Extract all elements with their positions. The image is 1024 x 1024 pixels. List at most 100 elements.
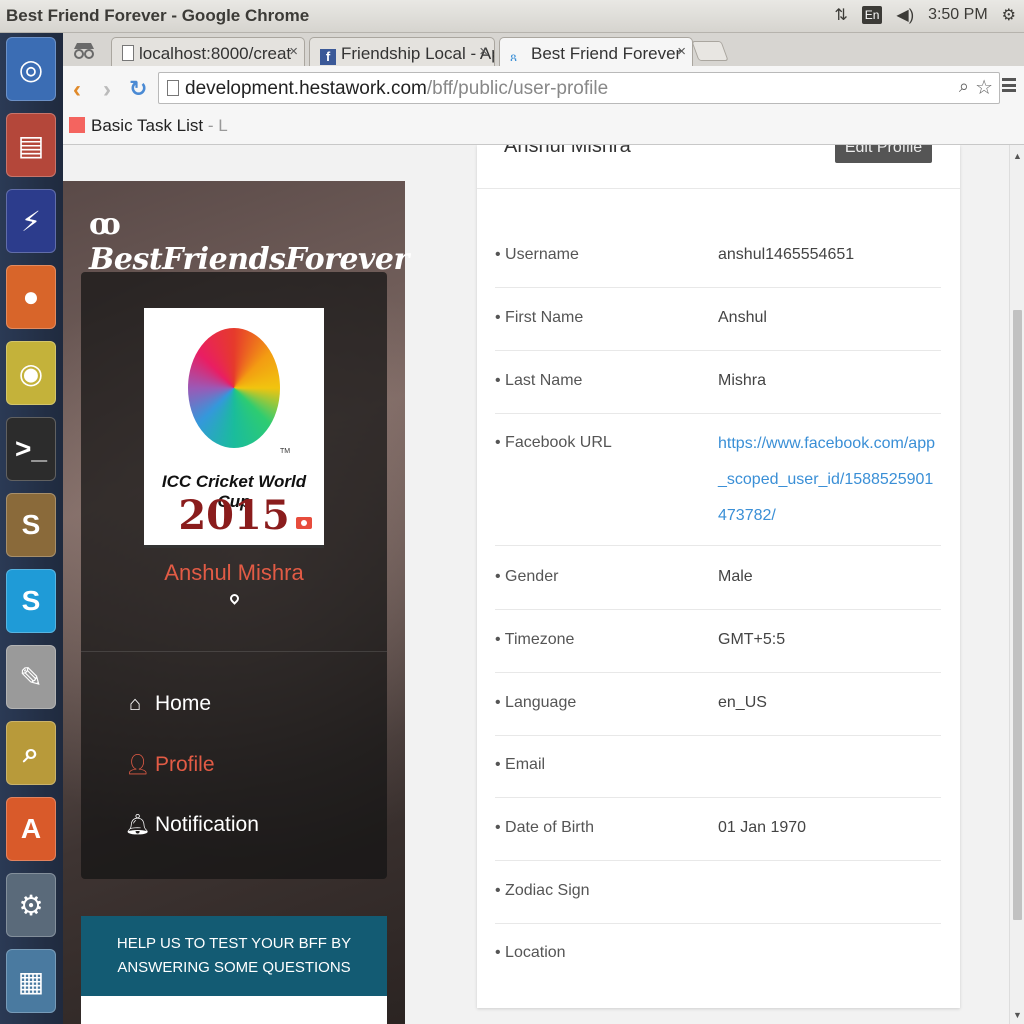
software-center-icon[interactable]: A: [6, 797, 56, 861]
address-host: development.hestawork.com: [185, 78, 427, 99]
settings-gear-icon[interactable]: ⚙: [1002, 5, 1016, 25]
forward-arrow-icon[interactable]: ›: [103, 76, 111, 104]
field-label: • Date of Birth: [495, 819, 594, 836]
firefox-icon[interactable]: ●: [6, 265, 56, 329]
facebook-url-link[interactable]: https://www.facebook.com/app_scoped_user…: [718, 426, 942, 534]
settings-icon[interactable]: ⚙: [6, 873, 56, 937]
field-label: • Last Name: [495, 372, 583, 389]
field-label: • Email: [495, 756, 546, 773]
nav-home[interactable]: ⌂ Home: [125, 692, 211, 716]
field-label: • First Name: [495, 309, 584, 326]
bookmark-basic-task-list[interactable]: Basic Task List - L: [69, 116, 228, 136]
field-zodiac-sign: • Zodiac Sign: [495, 882, 941, 924]
field-label: • Timezone: [495, 631, 575, 648]
bookmarks-bar: Basic Task List - L: [63, 110, 1024, 145]
field-username: • Username anshul1465554651: [495, 246, 941, 288]
profile-card: TM ICC Cricket World Cup 2015 Anshul Mis…: [81, 272, 387, 879]
page-info-icon[interactable]: [167, 80, 179, 96]
profile-details-panel: Anshul Mishra Edit Profile • Username an…: [477, 145, 960, 1008]
profile-header: Anshul Mishra Edit Profile: [477, 145, 960, 189]
field-gender: • Gender Male: [495, 568, 941, 610]
unity-launcher: ◎ ▤ ⚡ ● ◉ >_ S S ✎ ⌕ A ⚙ ▦: [0, 33, 63, 1024]
chrome-menu-icon[interactable]: [1002, 78, 1016, 92]
scroll-down-arrow-icon[interactable]: ▼: [1013, 1010, 1022, 1020]
quiz-heading: HELP US TO TEST YOUR BFF BY ANSWERING SO…: [81, 916, 387, 996]
field-last-name: • Last Name Mishra: [495, 372, 941, 414]
terminal-icon[interactable]: >_: [6, 417, 56, 481]
laravel-icon: [69, 117, 85, 133]
field-label: • Gender: [495, 568, 559, 585]
scroll-up-arrow-icon[interactable]: ▲: [1013, 151, 1022, 161]
tab-best-friend-forever[interactable]: ጸ Best Friend Forever ×: [499, 37, 693, 66]
page-scrollbar[interactable]: ▲ ▼: [1009, 145, 1024, 1024]
avatar-year: 2015: [178, 492, 290, 539]
close-icon[interactable]: ×: [677, 43, 686, 60]
close-icon[interactable]: ×: [479, 43, 488, 60]
field-label: • Zodiac Sign: [495, 882, 590, 899]
chrome-icon[interactable]: ◉: [6, 341, 56, 405]
facebook-icon: f: [320, 49, 336, 65]
sublime-text-icon[interactable]: S: [6, 493, 56, 557]
user-icon: 👤︎: [125, 754, 151, 776]
field-label: • Location: [495, 944, 566, 961]
tab-label: Friendship Local - Ap: [341, 44, 495, 63]
nav-label: Home: [155, 692, 212, 715]
system-monitor-icon[interactable]: ⌕: [6, 721, 56, 785]
field-value: anshul1465554651: [718, 246, 855, 263]
close-icon[interactable]: ×: [289, 43, 298, 60]
system-tray: ⇅ En ◀) 3:50 PM ⚙: [834, 5, 1016, 25]
sidebar: ꝏBestFriendsForever TM ICC Cricket World…: [63, 181, 409, 1024]
profile-name: Anshul Mishra: [164, 560, 304, 585]
field-language: • Language en_US: [495, 694, 941, 736]
field-email: • Email: [495, 756, 941, 798]
scrollbar-thumb[interactable]: [1013, 310, 1022, 920]
field-value: 01 Jan 1970: [718, 819, 807, 836]
system-top-bar: Best Friend Forever - Google Chrome ⇅ En…: [0, 0, 1024, 33]
trademark-mark: TM: [280, 448, 291, 455]
friends-logo-icon: ꝏ: [89, 207, 121, 242]
keyboard-indicator[interactable]: En: [861, 6, 883, 24]
clock[interactable]: 3:50 PM: [928, 6, 988, 24]
field-location: • Location: [495, 944, 941, 986]
tab-label: Best Friend Forever: [531, 44, 682, 63]
browser-toolbar: ‹ › ↻ development.hestawork.com/bff/publ…: [63, 66, 1024, 110]
tab-localhost[interactable]: localhost:8000/creat ×: [111, 37, 305, 66]
zoom-icon[interactable]: ⌕: [959, 76, 969, 97]
new-tab-button[interactable]: [691, 41, 729, 61]
page-icon: [122, 45, 134, 61]
window-title: Best Friend Forever - Google Chrome: [6, 6, 310, 25]
edit-profile-button[interactable]: Edit Profile: [835, 145, 932, 163]
field-facebook-url: • Facebook URL https://www.facebook.com/…: [495, 434, 941, 546]
avatar[interactable]: TM ICC Cricket World Cup 2015: [144, 308, 324, 548]
incognito-icon: [74, 43, 94, 59]
nav-label: Notification: [155, 812, 259, 836]
address-bar[interactable]: development.hestawork.com/bff/public/use…: [158, 72, 1000, 104]
field-value: GMT+5:5: [718, 631, 786, 648]
quiz-panel: HELP US TO TEST YOUR BFF BY ANSWERING SO…: [81, 916, 387, 1024]
back-arrow-icon[interactable]: ‹: [73, 76, 81, 104]
field-timezone: • Timezone GMT+5:5: [495, 631, 941, 673]
camera-icon[interactable]: [296, 517, 312, 529]
volume-icon[interactable]: ◀): [896, 5, 914, 25]
field-value: en_US: [718, 694, 767, 711]
bookmark-star-icon[interactable]: ☆: [975, 75, 993, 100]
address-path: /bff/public/user-profile: [426, 78, 609, 99]
divider: [81, 651, 387, 652]
workspace-switcher-icon[interactable]: ▦: [6, 949, 56, 1013]
remote-desktop-icon[interactable]: ⚡: [6, 189, 56, 253]
dash-home-icon[interactable]: ◎: [6, 37, 56, 101]
nav-notification[interactable]: 🔔︎ Notification: [125, 812, 259, 837]
text-editor-icon[interactable]: ✎: [6, 645, 56, 709]
tab-friendship-local[interactable]: f Friendship Local - Ap ×: [309, 37, 495, 66]
field-value: Anshul: [718, 309, 767, 326]
nav-profile[interactable]: 👤︎ Profile: [125, 752, 215, 777]
skype-icon[interactable]: S: [6, 569, 56, 633]
site-logo[interactable]: ꝏBestFriendsForever: [89, 207, 409, 277]
reload-icon[interactable]: ↻: [129, 76, 147, 102]
bookmark-label-faded: - L: [203, 116, 228, 135]
files-icon[interactable]: ▤: [6, 113, 56, 177]
network-icon[interactable]: ⇅: [834, 5, 847, 25]
field-date-of-birth: • Date of Birth 01 Jan 1970: [495, 819, 941, 861]
bell-icon: 🔔︎: [125, 814, 151, 836]
tab-strip: localhost:8000/creat × f Friendship Local…: [63, 33, 1024, 66]
